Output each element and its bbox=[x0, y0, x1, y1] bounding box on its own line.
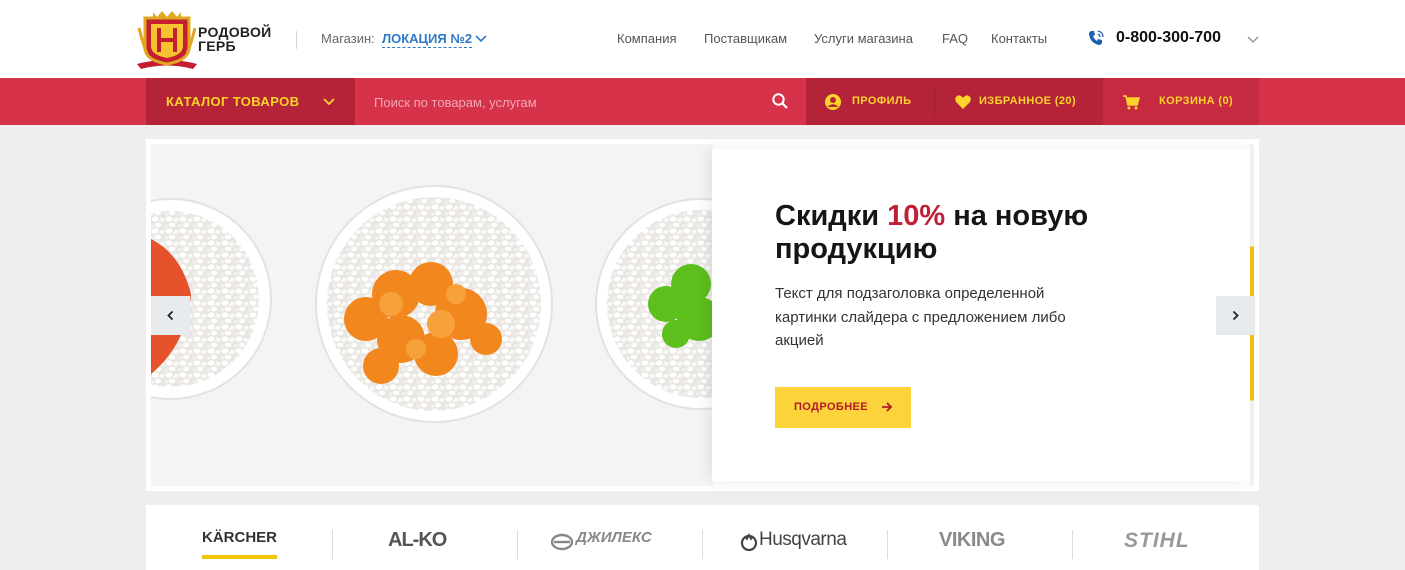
slider-prev-button[interactable] bbox=[151, 296, 190, 335]
chevron-down-icon[interactable] bbox=[474, 31, 488, 45]
divider bbox=[1072, 530, 1073, 559]
chevron-down-icon bbox=[323, 98, 335, 106]
divider bbox=[332, 530, 333, 559]
brand-husqvarna-logo[interactable]: Husqvarna bbox=[759, 529, 847, 559]
arrow-right-icon bbox=[882, 402, 893, 412]
brand-alko-logo[interactable]: AL-KO bbox=[388, 529, 447, 559]
divider bbox=[296, 31, 297, 49]
search-bar bbox=[355, 78, 806, 125]
catalog-button[interactable]: КАТАЛОГ ТОВАРОВ bbox=[146, 78, 355, 125]
search-icon[interactable] bbox=[771, 92, 789, 110]
brand-karcher-logo[interactable]: KÄRCHER bbox=[202, 529, 277, 559]
brand-stihl-logo[interactable]: STIHL bbox=[1124, 529, 1190, 559]
slide-card: Скидки 10% на новую продукцию Текст для … bbox=[712, 149, 1250, 481]
chevron-left-icon bbox=[167, 310, 174, 321]
cart-icon bbox=[1123, 95, 1140, 110]
more-button-label: ПОДРОБНЕЕ bbox=[794, 401, 869, 413]
nav-link-faq[interactable]: FAQ bbox=[942, 31, 968, 46]
more-button[interactable]: ПОДРОБНЕЕ bbox=[775, 387, 911, 428]
nav-link-suppliers[interactable]: Поставщикам bbox=[704, 31, 787, 46]
brands-strip: KÄRCHER AL-KO ДЖИЛЕКС Husqvarna VIKING S… bbox=[146, 505, 1259, 570]
coat-of-arms-logo[interactable] bbox=[135, 8, 199, 70]
logo-text: РОДОВОЙ ГЕРБ bbox=[198, 24, 272, 54]
phone-icon bbox=[1089, 30, 1104, 45]
divider bbox=[702, 530, 703, 559]
nav-link-store-services[interactable]: Услуги магазина bbox=[814, 31, 913, 46]
nav-link-contacts[interactable]: Контакты bbox=[991, 31, 1047, 46]
cart-label: КОРЗИНА (0) bbox=[1159, 95, 1234, 107]
slide-subtitle: Текст для подзаголовка определенной карт… bbox=[775, 285, 1066, 349]
divider bbox=[517, 530, 518, 559]
slider-next-button[interactable] bbox=[1216, 296, 1255, 335]
catalog-label: КАТАЛОГ ТОВАРОВ bbox=[166, 94, 300, 109]
slide-title: Скидки 10% на новую продукцию bbox=[775, 200, 1089, 265]
favorites-link[interactable]: ИЗБРАННОЕ (20) bbox=[979, 95, 1076, 107]
heart-icon[interactable] bbox=[954, 93, 972, 111]
nav-link-company[interactable]: Компания bbox=[617, 31, 677, 46]
user-icon[interactable] bbox=[824, 93, 842, 111]
account-links: ПРОФИЛЬ ИЗБРАННОЕ (20) bbox=[806, 78, 1103, 125]
chevron-down-icon[interactable] bbox=[1246, 32, 1260, 46]
main-toolbar: КАТАЛОГ ТОВАРОВ ПРОФИЛЬ ИЗБРАННОЕ (20) К bbox=[0, 78, 1405, 125]
brand-dzhileks-logo[interactable]: ДЖИЛЕКС bbox=[576, 529, 652, 559]
promo-slider: Скидки 10% на новую продукцию Текст для … bbox=[146, 139, 1259, 491]
dzhileks-emblem-icon bbox=[551, 533, 573, 551]
store-label: Магазин: bbox=[321, 31, 375, 46]
divider bbox=[887, 530, 888, 559]
top-header: РОДОВОЙ ГЕРБ Магазин: ЛОКАЦИЯ №2 Компани… bbox=[0, 0, 1405, 78]
divider bbox=[934, 87, 935, 116]
slide-image bbox=[151, 144, 713, 486]
search-input[interactable] bbox=[374, 91, 754, 113]
husqvarna-crown-icon bbox=[740, 533, 758, 552]
store-location-select[interactable]: ЛОКАЦИЯ №2 bbox=[382, 31, 473, 48]
cart-button[interactable]: КОРЗИНА (0) bbox=[1103, 78, 1259, 125]
profile-link[interactable]: ПРОФИЛЬ bbox=[852, 95, 911, 107]
brand-viking-logo[interactable]: VIKING bbox=[939, 529, 1005, 559]
chevron-right-icon bbox=[1232, 310, 1239, 321]
phone-number[interactable]: 0-800-300-700 bbox=[1116, 29, 1221, 47]
